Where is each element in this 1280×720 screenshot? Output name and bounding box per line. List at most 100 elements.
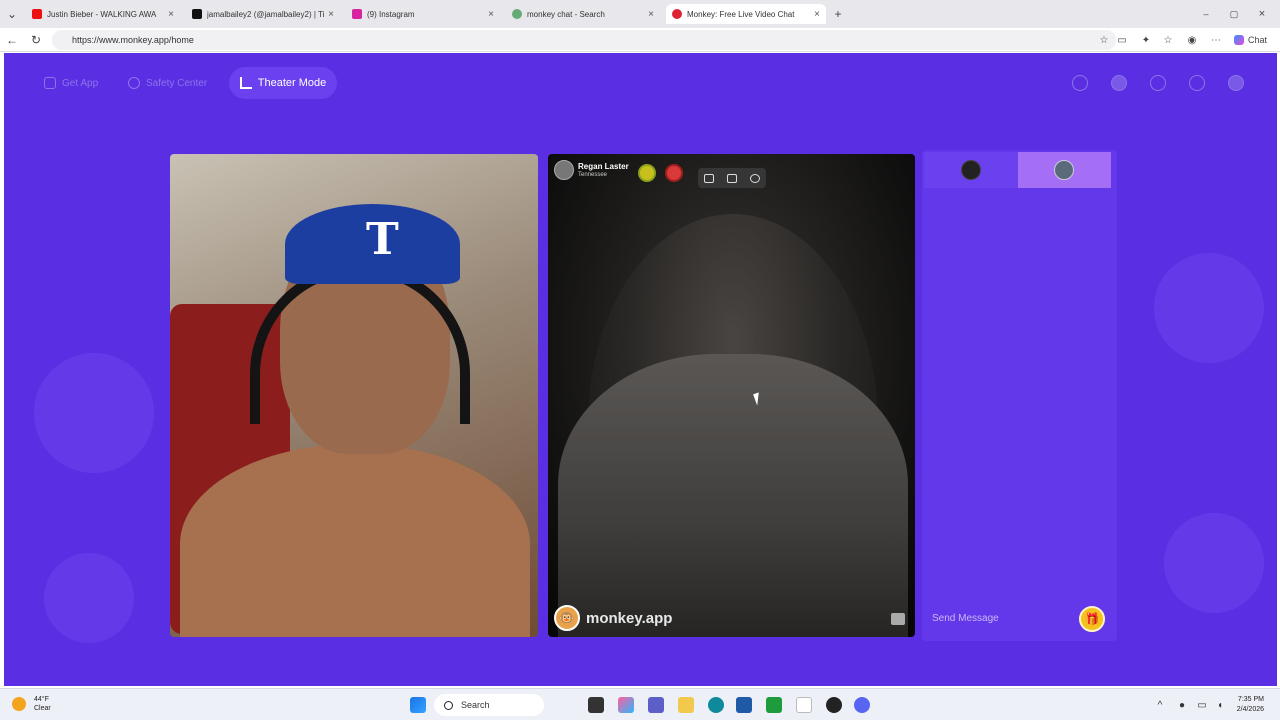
tab-youtube[interactable]: Justin Bieber - WALKING AWA ×	[26, 4, 180, 24]
decor-blob	[1164, 513, 1264, 613]
tiktok-icon	[192, 9, 202, 19]
get-app-link[interactable]: Get App	[44, 73, 98, 93]
copilot-icon[interactable]	[618, 697, 634, 713]
profile-icon[interactable]: ◉	[1186, 34, 1198, 46]
search-icon[interactable]	[1072, 75, 1088, 91]
new-tab-icon[interactable]: +	[830, 6, 846, 22]
chat-tab-self[interactable]	[924, 152, 1018, 188]
edge-icon[interactable]	[708, 697, 724, 713]
moon-icon	[12, 697, 26, 711]
favorites-icon[interactable]: ☆	[1162, 34, 1174, 46]
windows-start-icon[interactable]	[410, 697, 426, 713]
close-window-icon[interactable]: ×	[1254, 6, 1270, 22]
remote-avatar	[554, 160, 574, 180]
person-torso	[180, 444, 530, 637]
shield-icon	[128, 77, 140, 89]
trophy-badge-icon[interactable]	[665, 164, 683, 182]
clock-time: 7:35 PM	[1237, 696, 1264, 703]
file-explorer-icon[interactable]	[678, 697, 694, 713]
task-view-icon[interactable]	[588, 697, 604, 713]
discord-icon[interactable]	[854, 697, 870, 713]
video-icon[interactable]: ▭	[1116, 34, 1128, 46]
tab-tiktok[interactable]: jamalbailey2 (@jamalbailey2) | Tik ×	[186, 4, 340, 24]
remote-video: Regan Laster Tennessee 🐵 monkey.app	[548, 154, 915, 637]
xbox-icon[interactable]	[766, 697, 782, 713]
obs-icon[interactable]	[826, 697, 842, 713]
mic-icon[interactable]: ●	[1176, 699, 1188, 711]
profile-avatar-icon[interactable]	[1228, 75, 1244, 91]
chat-label: Chat	[1248, 35, 1268, 45]
decor-blob	[44, 553, 134, 643]
gift-icon[interactable]: 🎁	[1079, 606, 1105, 632]
chat-tab-remote[interactable]	[1017, 152, 1111, 188]
translate-icon[interactable]	[749, 173, 760, 183]
cap-logo: T	[366, 214, 399, 265]
copilot-chat-button[interactable]: Chat	[1234, 34, 1274, 46]
tab-monkey[interactable]: Monkey: Free Live Video Chat ×	[666, 4, 826, 24]
phone-icon	[44, 77, 56, 89]
teams-icon[interactable]	[648, 697, 664, 713]
remote-user-location: Tennessee	[578, 171, 608, 178]
watermark-text: monkey.app	[586, 609, 673, 627]
screen-icon[interactable]	[726, 173, 737, 183]
heart-badge-icon[interactable]	[638, 164, 656, 182]
youtube-icon	[32, 9, 42, 19]
monkey-favicon-icon	[672, 9, 682, 19]
minimize-icon[interactable]: –	[1198, 6, 1214, 22]
get-app-label: Get App	[62, 77, 99, 89]
tab-label: Justin Bieber - WALKING AWA	[47, 9, 157, 19]
close-tab-icon[interactable]: ×	[328, 9, 334, 20]
monkey-logo-icon: 🐵	[554, 605, 580, 631]
network-icon[interactable]: ▭	[1196, 699, 1208, 711]
message-bar: 🎁	[924, 597, 1111, 639]
tab-search[interactable]: monkey chat - Search ×	[506, 4, 660, 24]
back-icon[interactable]: ←	[4, 32, 20, 48]
close-tab-icon[interactable]: ×	[488, 9, 494, 20]
theater-mode-label: Theater Mode	[257, 77, 327, 89]
close-tab-icon[interactable]: ×	[168, 9, 174, 20]
clock[interactable]: 7:35 PM 2/4/2026	[1237, 695, 1264, 715]
volume-icon[interactable]: ◖	[1214, 699, 1226, 711]
clock-date: 2/4/2026	[1236, 706, 1264, 713]
tab-list-icon[interactable]: ⌄	[4, 6, 20, 22]
tab-strip: ⌄ Justin Bieber - WALKING AWA × jamalbai…	[0, 0, 1280, 28]
safety-center-link[interactable]: Safety Center	[128, 73, 207, 93]
more-icon[interactable]: ⋯	[1210, 34, 1222, 46]
decor-blob	[1154, 253, 1264, 363]
maximize-icon[interactable]: ▢	[1226, 6, 1242, 22]
notepad-icon[interactable]	[796, 697, 812, 713]
taskbar-search[interactable]: Search	[434, 694, 544, 716]
close-tab-icon[interactable]: ×	[814, 9, 820, 20]
browser-window: ⌄ Justin Bieber - WALKING AWA × jamalbai…	[0, 0, 1280, 52]
chat-bubble-icon[interactable]	[1189, 75, 1205, 91]
avatar-icon[interactable]	[1111, 75, 1127, 91]
url-field[interactable]: https://www.monkey.app/home	[52, 30, 1116, 50]
local-video: T	[170, 154, 538, 637]
video-controls	[698, 168, 766, 188]
close-tab-icon[interactable]: ×	[648, 9, 654, 20]
tab-instagram[interactable]: (9) Instagram ×	[346, 4, 500, 24]
history-icon[interactable]	[1150, 75, 1166, 91]
theater-mode-button[interactable]: Theater Mode	[229, 67, 337, 99]
decor-blob	[34, 353, 154, 473]
report-icon[interactable]	[891, 613, 905, 625]
favorite-star-icon[interactable]: ☆	[1098, 34, 1110, 46]
url-text: https://www.monkey.app/home	[72, 35, 194, 45]
safety-center-label: Safety Center	[146, 77, 208, 89]
extensions-icon[interactable]: ✦	[1140, 34, 1152, 46]
weather-temp: 44°F	[34, 696, 49, 703]
weather-widget[interactable]: 44°F Clear	[12, 695, 51, 713]
taskbar: 44°F Clear Search ^ ● ▭ ◖ 7:35 PM 2/4/20…	[0, 688, 1280, 720]
remote-user-name: Regan Laster	[578, 161, 629, 171]
refresh-icon[interactable]: ↻	[28, 32, 44, 48]
tray-overflow-icon[interactable]: ^	[1154, 699, 1166, 711]
send-message-input[interactable]	[932, 612, 1072, 624]
store-icon[interactable]	[736, 697, 752, 713]
tab-label: monkey chat - Search	[527, 9, 605, 19]
remote-user-chip[interactable]: Regan Laster Tennessee	[554, 160, 629, 180]
chat-tabs	[924, 152, 1111, 188]
expand-icon	[239, 77, 252, 89]
pip-icon[interactable]	[704, 173, 715, 183]
weather-desc: Clear	[34, 705, 51, 712]
taskbar-search-label: Search	[461, 700, 490, 710]
